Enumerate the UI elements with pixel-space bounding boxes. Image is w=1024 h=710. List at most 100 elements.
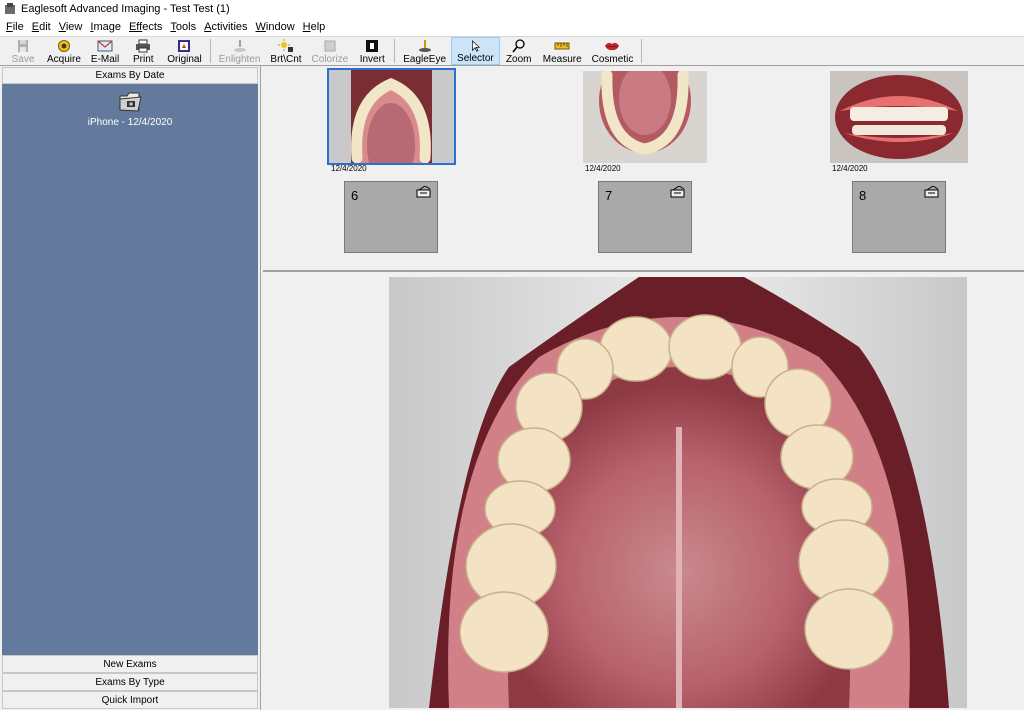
magnifier-icon (512, 39, 525, 53)
upper-occlusal-main-image[interactable] (389, 277, 967, 708)
lips-icon (605, 42, 620, 51)
toolbar-separator (641, 39, 643, 63)
quick-import-tab[interactable]: Quick Import (2, 691, 258, 709)
measure-button[interactable]: Measure (538, 37, 587, 65)
thumbnail-date: 12/4/2020 (585, 164, 621, 173)
exam-entry[interactable]: iPhone - 12/4/2020 (88, 88, 172, 128)
lower-occlusal-thumbnail-image (583, 49, 707, 163)
enlighten-button[interactable]: Enlighten (214, 37, 266, 65)
menu-help[interactable]: Help (299, 21, 330, 33)
ruler-icon (554, 42, 570, 50)
menu-tools-rest: ools (175, 21, 197, 33)
menu-file-rest: ile (12, 21, 24, 33)
thumbnail-date: 12/4/2020 (331, 164, 367, 173)
colorize-button[interactable]: Colorize (307, 37, 354, 65)
menu-effects-rest: ects (142, 21, 163, 33)
window-title: Eaglesoft Advanced Imaging - Test Test (… (21, 3, 230, 15)
menu-edit[interactable]: Edit (28, 21, 55, 33)
cosmetic-button[interactable]: Cosmetic (587, 37, 639, 65)
new-exams-tab[interactable]: New Exams (2, 655, 258, 673)
original-button[interactable]: Original (162, 37, 206, 65)
invert-icon (366, 40, 379, 52)
original-label: Original (167, 54, 202, 65)
slot-number: 8 (859, 188, 867, 203)
navigator-tabs: New Exams Exams By Type Quick Import (2, 655, 258, 709)
menu-image[interactable]: Image (86, 21, 125, 33)
brightness-contrast-icon (277, 39, 293, 52)
colorize-icon (324, 40, 336, 52)
brightness-contrast-button[interactable]: Brt\Cnt (265, 37, 306, 65)
frontal-thumbnail-image (830, 71, 968, 163)
image-viewer (263, 274, 1024, 710)
eagleeye-icon (418, 40, 431, 52)
scanner-icon (924, 186, 939, 198)
acquire-button[interactable]: Acquire (42, 37, 86, 65)
brightness-contrast-label: Brt\Cnt (270, 54, 302, 65)
menu-edit-rest: dit (39, 21, 51, 33)
slot-number: 7 (605, 188, 613, 203)
cursor-arrow-icon (472, 40, 481, 52)
acquire-label: Acquire (47, 54, 81, 65)
menu-file[interactable]: File (2, 21, 28, 33)
original-image-icon (178, 40, 191, 52)
menu-edit-accel: E (31, 21, 40, 33)
menu-effects[interactable]: Effects (125, 21, 166, 33)
zoom-label: Zoom (505, 54, 532, 65)
menu-activities-rest: ctivities (211, 21, 248, 33)
menu-image-rest: mage (93, 21, 121, 33)
save-label: Save (11, 54, 35, 65)
slot-number: 6 (351, 188, 359, 203)
selector-label: Selector (457, 53, 494, 64)
image-slot-7[interactable]: 7 (598, 181, 692, 253)
print-label: Print (132, 54, 154, 65)
menu-help-accel: H (302, 21, 311, 33)
menu-view-accel: V (58, 21, 66, 33)
menu-effects-accel: Eff (128, 21, 143, 33)
app-icon (5, 3, 15, 14)
menu-window[interactable]: Window (252, 21, 299, 33)
invert-label: Invert (359, 54, 385, 65)
thumbnail-strip: 12/4/2020 12/4/2020 12/4/2020 6 7 8 (263, 49, 1024, 272)
toolbar-separator (209, 39, 211, 63)
email-icon (97, 40, 113, 52)
thumbnail-frontal[interactable]: 12/4/2020 (830, 71, 968, 173)
menu-help-rest: elp (310, 21, 326, 33)
email-button[interactable]: E-Mail (86, 37, 124, 65)
exam-label: iPhone - 12/4/2020 (87, 117, 173, 128)
menu-view[interactable]: View (55, 21, 87, 33)
exam-navigator-pane: Exams By Date iPhone - 12/4/2020 New Exa… (0, 66, 261, 710)
print-button[interactable]: Print (124, 37, 162, 65)
floppy-disk-icon (18, 40, 28, 52)
image-slot-6[interactable]: 6 (344, 181, 438, 253)
exam-list: iPhone - 12/4/2020 (2, 84, 258, 655)
menu-file-accel: F (6, 21, 13, 33)
thumbnail-lower-occlusal[interactable]: 12/4/2020 (583, 49, 707, 173)
menu-bar: File Edit View Image Effects Tools Activ… (0, 18, 1024, 36)
menu-activities[interactable]: Activities (200, 21, 251, 33)
cosmetic-label: Cosmetic (591, 54, 634, 65)
exams-by-type-tab[interactable]: Exams By Type (2, 673, 258, 691)
menu-window-rest: indow (265, 21, 295, 33)
measure-label: Measure (542, 54, 582, 65)
email-label: E-Mail (90, 54, 120, 65)
zoom-button[interactable]: Zoom (500, 37, 538, 65)
printer-icon (136, 39, 151, 53)
menu-window-accel: W (255, 21, 266, 33)
menu-tools[interactable]: Tools (166, 21, 200, 33)
enlighten-label: Enlighten (218, 54, 261, 65)
eagleeye-label: EagleEye (403, 54, 447, 65)
scanner-icon (416, 186, 431, 198)
invert-button[interactable]: Invert (353, 37, 391, 65)
selector-button[interactable]: Selector (451, 37, 500, 65)
save-button[interactable]: Save (4, 37, 42, 65)
toolbar-separator (394, 39, 396, 63)
exams-by-date-tab[interactable]: Exams By Date (2, 67, 258, 84)
eagleeye-button[interactable]: EagleEye (398, 37, 451, 65)
title-bar: Eaglesoft Advanced Imaging - Test Test (… (0, 0, 1024, 18)
acquire-camera-icon (57, 40, 70, 52)
folder-camera-icon (119, 92, 142, 112)
thumbnail-upper-occlusal[interactable]: 12/4/2020 (327, 68, 456, 195)
toolbar: Save Acquire E-Mail Print Original Enlig… (0, 36, 1024, 66)
menu-view-rest: iew (65, 21, 83, 33)
image-slot-8[interactable]: 8 (852, 181, 946, 253)
